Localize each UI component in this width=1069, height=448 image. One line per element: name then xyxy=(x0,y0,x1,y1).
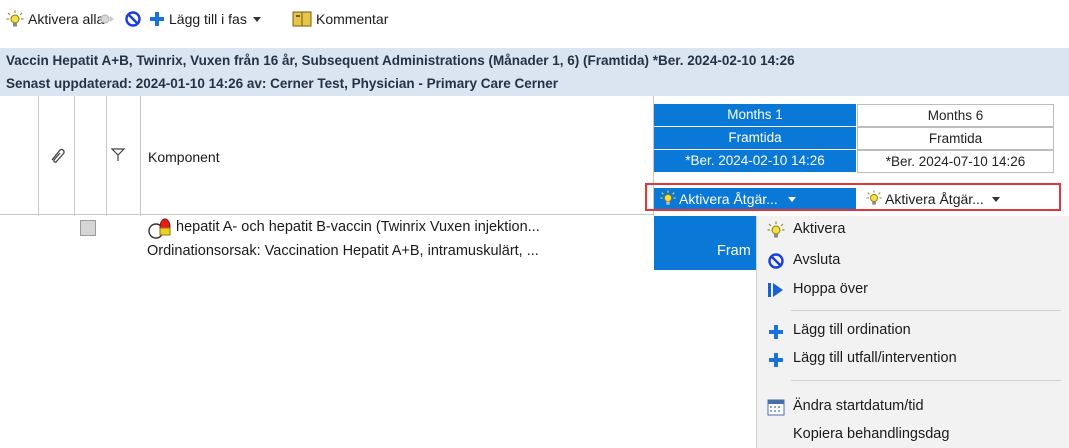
menu-item-change-start[interactable]: Ändra startdatum/tid xyxy=(793,398,924,414)
menu-item-skip[interactable]: Hoppa över xyxy=(793,281,868,297)
menu-item-end[interactable]: Avsluta xyxy=(793,252,840,268)
plan-info-header: Vaccin Hepatit A+B, Twinrix, Vuxen från … xyxy=(0,48,1069,96)
bulb-icon xyxy=(766,220,786,240)
column-2-period[interactable]: Months 6 xyxy=(857,104,1054,127)
toolbar: Aktivera alla Lägg till i fas Kommentar xyxy=(0,0,1069,36)
calendar-icon xyxy=(766,397,786,417)
plan-title: Vaccin Hepatit A+B, Twinrix, Vuxen från … xyxy=(6,53,795,68)
stop-icon xyxy=(124,10,142,28)
attachment-icon xyxy=(48,146,66,167)
plan-updated-info: Senast uppdaterad: 2024-01-10 14:26 av: … xyxy=(6,76,558,91)
flag-icon xyxy=(110,148,126,165)
stop-button[interactable] xyxy=(124,9,142,29)
plus-icon xyxy=(766,350,786,370)
menu-item-add-outcome[interactable]: Lägg till utfall/intervention xyxy=(793,350,957,366)
column-1-status[interactable]: Framtida xyxy=(654,127,856,149)
add-in-phase-label: Lägg till i fas xyxy=(169,11,247,27)
comment-icon xyxy=(292,11,312,27)
table-row[interactable]: hepatit A- och hepatit B-vaccin (Twinrix… xyxy=(0,216,760,270)
menu-item-copy-day[interactable]: Kopiera behandlingsdag xyxy=(793,426,949,442)
menu-separator xyxy=(791,310,1061,311)
activate-all-button[interactable]: Aktivera alla xyxy=(6,9,104,29)
medication-warning-icon xyxy=(147,218,175,243)
disabled-action-icon xyxy=(97,9,119,29)
plus-icon xyxy=(766,322,786,342)
component-column-header[interactable]: Komponent xyxy=(148,149,220,165)
column-1-date[interactable]: *Ber. 2024-02-10 14:26 xyxy=(654,150,856,172)
row-column-1-cell[interactable]: Fram xyxy=(654,216,760,270)
column-1-period[interactable]: Months 1 xyxy=(654,104,856,126)
order-reason: Ordinationsorsak: Vaccination Hepatit A+… xyxy=(147,243,539,259)
action-context-menu: Aktivera Avsluta Hoppa över Lägg till or… xyxy=(756,216,1069,448)
row-checkbox[interactable] xyxy=(80,220,96,236)
plus-icon xyxy=(150,12,164,26)
menu-item-activate[interactable]: Aktivera xyxy=(793,221,845,237)
activate-all-label: Aktivera alla xyxy=(28,11,105,27)
row-cell-status: Fram xyxy=(717,243,751,259)
menu-item-add-order[interactable]: Lägg till ordination xyxy=(793,322,911,338)
column-2-status[interactable]: Framtida xyxy=(857,127,1054,150)
menu-separator xyxy=(791,380,1061,381)
highlight-box xyxy=(645,183,1061,211)
column-2-date[interactable]: *Ber. 2024-07-10 14:26 xyxy=(857,150,1054,173)
add-in-phase-button[interactable]: Lägg till i fas xyxy=(150,9,261,29)
bulb-icon xyxy=(6,10,24,28)
comment-button[interactable]: Kommentar xyxy=(292,9,388,29)
skip-icon xyxy=(766,280,786,300)
medication-name[interactable]: hepatit A- och hepatit B-vaccin (Twinrix… xyxy=(176,219,540,235)
stop-icon xyxy=(766,251,786,271)
chevron-down-icon xyxy=(252,16,261,22)
comment-label: Kommentar xyxy=(316,11,389,27)
